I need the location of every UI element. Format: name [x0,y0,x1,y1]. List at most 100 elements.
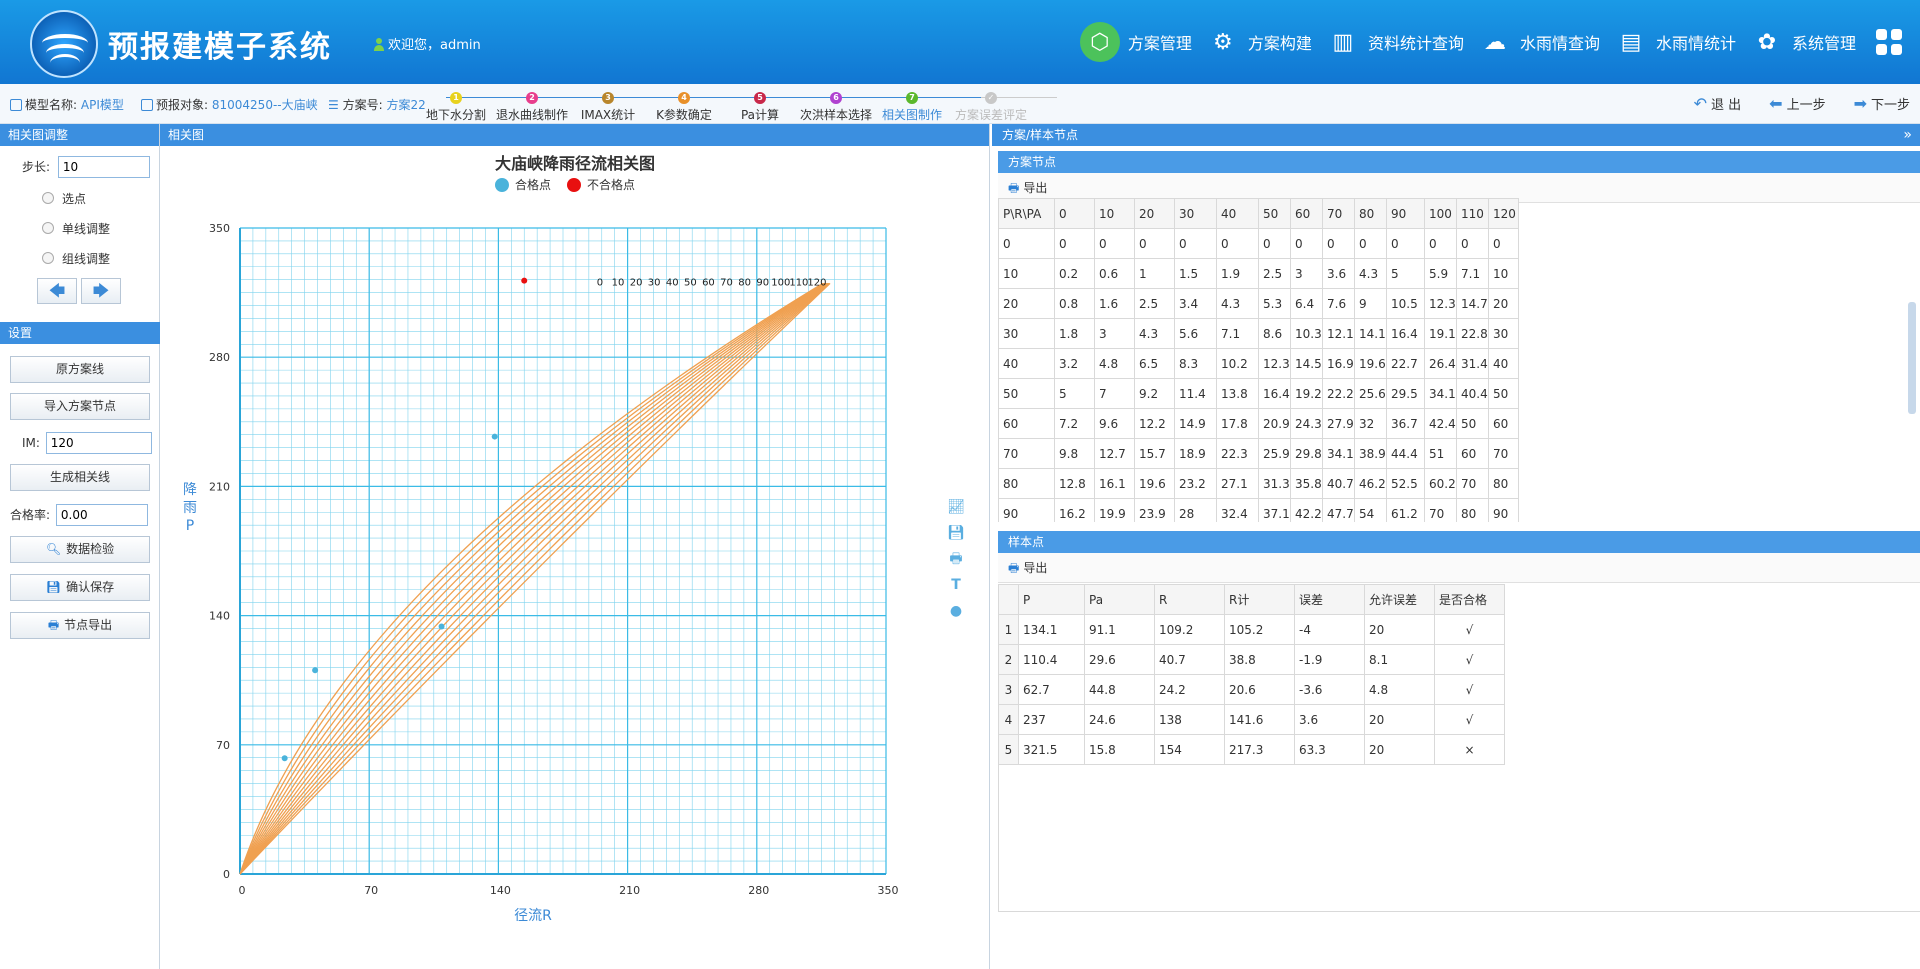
table-cell[interactable]: 0 [1354,228,1387,259]
table-cell[interactable]: 25.6 [1354,378,1387,409]
table-cell[interactable]: 3.4 [1174,288,1217,319]
table-cell[interactable]: 50 [1488,378,1519,409]
table-cell[interactable]: 16.1 [1094,468,1135,499]
table-cell[interactable]: 7.6 [1322,288,1355,319]
table-cell[interactable]: 40.7 [1322,468,1355,499]
radio-single-line[interactable]: 单线调整 [42,220,110,237]
nodes-col-header[interactable]: 0 [1054,198,1095,229]
table-cell[interactable]: 12.7 [1094,438,1135,469]
table-cell[interactable]: 46.2 [1354,468,1387,499]
table-cell[interactable]: 20.6 [1224,674,1295,705]
table-cell[interactable]: 80 [998,468,1055,499]
confirm-save-button[interactable]: 💾︎ 确认保存 [10,574,150,601]
samples-col-header[interactable]: Pa [1084,584,1155,615]
legend-pass[interactable]: 合格点 [495,176,551,193]
table-cell[interactable]: 24.3 [1290,408,1323,439]
table-cell[interactable]: 7.1 [1216,318,1259,349]
table-cell[interactable]: 60.2 [1424,468,1457,499]
step-correlation-chart[interactable]: 7 相关图制作 [872,88,952,123]
table-cell[interactable]: 23.2 [1174,468,1217,499]
step-recession-curve[interactable]: 2 退水曲线制作 [492,88,572,123]
table-cell[interactable]: 14.1 [1354,318,1387,349]
table-cell[interactable]: 20 [1364,704,1435,735]
table-cell[interactable]: 3 [1094,318,1135,349]
table-cell[interactable]: 9 [1354,288,1387,319]
table-cell[interactable]: 138 [1154,704,1225,735]
pass-rate-input[interactable] [55,504,148,526]
table-cell[interactable]: √ [1434,674,1505,705]
table-cell[interactable]: 13.8 [1216,378,1259,409]
table-cell[interactable]: 0 [1216,228,1259,259]
table-cell[interactable]: 40 [998,348,1055,379]
table-cell[interactable]: -4 [1294,614,1365,645]
table-cell[interactable]: 70 [998,438,1055,469]
table-cell[interactable]: 110.4 [1018,644,1085,675]
table-cell[interactable]: 37.1 [1258,498,1291,522]
nodes-col-header[interactable]: 40 [1216,198,1259,229]
table-cell[interactable]: 30 [1488,318,1519,349]
table-cell[interactable]: 12.2 [1134,408,1175,439]
table-cell[interactable]: 34.1 [1424,378,1457,409]
nodes-col-header[interactable]: 110 [1456,198,1489,229]
table-cell[interactable]: 10 [1488,258,1519,289]
table-cell[interactable]: 0 [1488,228,1519,259]
print-icon[interactable]: 🖶 [946,546,966,572]
table-cell[interactable]: 20.9 [1258,408,1291,439]
table-cell[interactable]: 52.5 [1386,468,1425,499]
nodes-col-header[interactable]: 20 [1134,198,1175,229]
table-cell[interactable]: 4 [998,704,1019,735]
table-cell[interactable]: 321.5 [1018,734,1085,765]
table-cell[interactable]: 19.6 [1354,348,1387,379]
table-cell[interactable]: 22.7 [1386,348,1425,379]
table-cell[interactable]: 35.8 [1290,468,1323,499]
table-cell[interactable]: 5.6 [1174,318,1217,349]
table-cell[interactable]: 23.9 [1134,498,1175,522]
nodes-col-header[interactable]: 120 [1488,198,1519,229]
table-cell[interactable]: -1.9 [1294,644,1365,675]
table-cell[interactable]: 8.3 [1174,348,1217,379]
samples-export-button[interactable]: 🖶 导出 [998,553,1920,583]
table-cell[interactable]: 40.7 [1154,644,1225,675]
nav-data-query[interactable]: ▥ 资料统计查询 [1326,25,1464,59]
table-cell[interactable]: 4.3 [1354,258,1387,289]
table-cell[interactable]: 17.8 [1216,408,1259,439]
prev-step-button[interactable]: ⬅ 上一步 [1769,94,1825,113]
table-cell[interactable]: 10 [998,258,1055,289]
nodes-col-header[interactable]: 90 [1386,198,1425,229]
table-row[interactable]: 80 12.8 16.1 19.6 23.2 27.1 31.3 35.8 40.7 46.2 52… [998,468,1519,499]
table-cell[interactable]: 1.9 [1216,258,1259,289]
table-cell[interactable]: 9.8 [1054,438,1095,469]
table-cell[interactable]: 14.5 [1290,348,1323,379]
table-cell[interactable]: 42.4 [1424,408,1457,439]
nodes-col-header[interactable]: 30 [1174,198,1217,229]
table-cell[interactable]: √ [1434,704,1505,735]
table-cell[interactable]: 8.1 [1364,644,1435,675]
nodes-col-header[interactable]: 70 [1322,198,1355,229]
table-cell[interactable]: 31.3 [1258,468,1291,499]
table-cell[interactable]: 1.5 [1174,258,1217,289]
table-cell[interactable]: 11.4 [1174,378,1217,409]
table-cell[interactable]: 63.3 [1294,734,1365,765]
legend-fail[interactable]: 不合格点 [567,176,635,193]
table-cell[interactable]: √ [1434,614,1505,645]
table-cell[interactable]: 105.2 [1224,614,1295,645]
samples-col-header[interactable]: R [1154,584,1225,615]
table-cell[interactable]: 90 [998,498,1055,522]
table-cell[interactable]: 44.8 [1084,674,1155,705]
radio-select-point[interactable]: 选点 [42,190,86,207]
table-cell[interactable]: 1.8 [1054,318,1095,349]
table-row[interactable]: 10 0.2 0.6 1 1.5 1.9 2.5 3 3.6 4.3 5 5.9 7.1 10 [998,258,1519,289]
original-plan-line-button[interactable]: 原方案线 [10,356,150,383]
table-cell[interactable]: 12.3 [1424,288,1457,319]
table-cell[interactable]: 15.8 [1084,734,1155,765]
table-cell[interactable]: 22.2 [1322,378,1355,409]
table-cell[interactable]: 1.6 [1094,288,1135,319]
table-cell[interactable]: 154 [1154,734,1225,765]
table-cell[interactable]: 60 [1456,438,1489,469]
table-cell[interactable]: 12.8 [1054,468,1095,499]
table-cell[interactable]: -3.6 [1294,674,1365,705]
table-cell[interactable]: 3 [998,674,1019,705]
nav-hydro-stats[interactable]: ▤ 水雨情统计 [1614,25,1736,59]
table-cell[interactable]: 141.6 [1224,704,1295,735]
table-cell[interactable]: 32 [1354,408,1387,439]
